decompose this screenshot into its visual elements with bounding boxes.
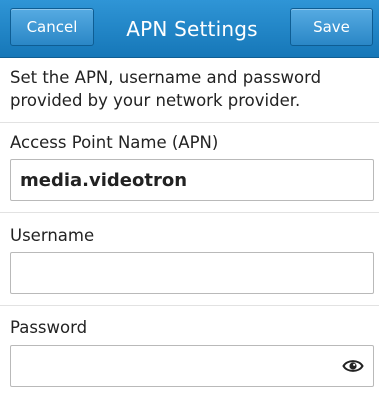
apn-input[interactable]: media.videotron xyxy=(10,159,374,201)
save-button[interactable]: Save xyxy=(290,8,373,46)
divider xyxy=(0,305,379,306)
password-label: Password xyxy=(10,318,88,337)
title-bar: Cancel APN Settings Save xyxy=(0,0,379,58)
eye-icon[interactable] xyxy=(342,356,364,376)
divider xyxy=(0,212,379,213)
intro-text: Set the APN, username and password provi… xyxy=(10,68,322,110)
apn-label: Access Point Name (APN) xyxy=(10,133,219,152)
username-input[interactable] xyxy=(10,252,374,294)
cancel-button[interactable]: Cancel xyxy=(10,8,94,46)
username-label: Username xyxy=(10,226,95,245)
page-title: APN Settings xyxy=(126,16,258,41)
apn-value: media.videotron xyxy=(20,169,188,191)
divider xyxy=(0,122,379,123)
password-input[interactable] xyxy=(10,345,374,387)
